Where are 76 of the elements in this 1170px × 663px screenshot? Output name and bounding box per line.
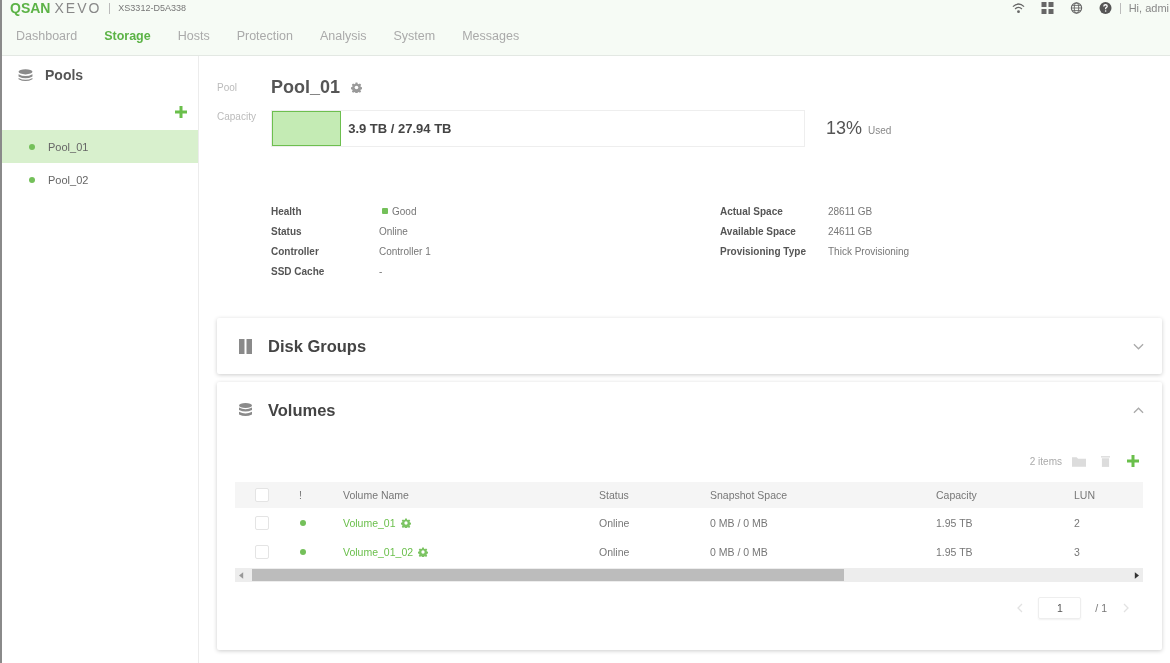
- globe-icon[interactable]: [1069, 2, 1083, 14]
- volume-link[interactable]: Volume_01_02: [343, 545, 414, 558]
- volume-link[interactable]: Volume_01: [343, 516, 396, 529]
- nav-tab[interactable]: Protection: [236, 26, 293, 45]
- used-label: Used: [868, 125, 892, 136]
- pool-item[interactable]: Pool_02: [2, 163, 198, 196]
- detail-label: Controller: [271, 245, 320, 257]
- columns-icon: [239, 338, 252, 354]
- column-header: !: [298, 489, 303, 501]
- chevron-down-icon[interactable]: [1133, 342, 1144, 350]
- panel-title: Volumes: [268, 400, 336, 420]
- pool-title: Pool_01: [271, 76, 341, 98]
- nav-tab[interactable]: Dashboard: [16, 26, 78, 45]
- detail-label: Health: [271, 205, 303, 217]
- column-header: Status: [598, 489, 630, 501]
- row-checkbox[interactable]: [255, 515, 269, 530]
- database-icon: [239, 402, 252, 418]
- table-cell: 0 MB / 0 MB: [710, 516, 768, 529]
- column-header: LUN: [1073, 489, 1096, 501]
- settings-icon[interactable]: [400, 517, 411, 528]
- grid-icon[interactable]: [1040, 2, 1054, 14]
- column-header: Volume Name: [342, 489, 410, 501]
- detail-value: -: [379, 265, 383, 277]
- product-name: XEVO: [54, 0, 102, 16]
- nav-tab[interactable]: Analysis: [319, 26, 367, 45]
- serial-number: XS3312-D5A338: [118, 2, 186, 14]
- detail-label: Status: [271, 225, 303, 237]
- item-count: 2 items: [1029, 455, 1062, 467]
- nav-tab[interactable]: Messages: [462, 26, 520, 45]
- settings-icon[interactable]: [351, 81, 363, 93]
- table-cell: Online: [599, 545, 630, 558]
- used-percent: 13%: [826, 118, 863, 139]
- help-icon[interactable]: [1098, 2, 1112, 14]
- settings-icon[interactable]: [418, 546, 429, 557]
- plus-icon[interactable]: [1127, 455, 1139, 467]
- chevron-up-icon[interactable]: [1133, 406, 1144, 414]
- detail-value: 28611 GB: [828, 205, 873, 217]
- arrow-right-icon[interactable]: [1134, 571, 1139, 579]
- horizontal-scrollbar[interactable]: [235, 568, 1143, 582]
- field-label: Pool: [217, 81, 238, 93]
- page-total: / 1: [1095, 602, 1107, 614]
- detail-value: 24611 GB: [828, 225, 873, 237]
- table-cell: 2: [1074, 516, 1080, 529]
- nav-tab[interactable]: System: [393, 26, 436, 45]
- detail-label: Actual Space: [720, 205, 784, 217]
- detail-value: Online: [379, 225, 408, 237]
- detail-value: Controller 1: [379, 245, 431, 257]
- brand-logo: QSAN: [10, 0, 51, 16]
- panel-title: Disk Groups: [268, 336, 367, 356]
- scrollbar-thumb[interactable]: [252, 569, 844, 581]
- sidebar-title: Pools: [45, 66, 84, 85]
- plus-icon[interactable]: [175, 106, 187, 118]
- table-cell: 1.95 TB: [936, 516, 973, 529]
- database-icon: [18, 69, 33, 82]
- user-greeting[interactable]: Hi, admi: [1128, 1, 1169, 15]
- row-checkbox[interactable]: [255, 544, 269, 559]
- detail-value: Good: [392, 205, 417, 217]
- wifi-icon[interactable]: [1011, 2, 1025, 14]
- capacity-text: 3.9 TB / 27.94 TB: [348, 121, 452, 136]
- table-cell: Online: [599, 516, 630, 529]
- field-label: Capacity: [217, 111, 257, 123]
- nav-tab[interactable]: Hosts: [177, 26, 210, 45]
- select-all-checkbox[interactable]: [255, 488, 269, 502]
- page-input[interactable]: 1: [1038, 597, 1082, 619]
- nav-tab[interactable]: Storage: [104, 26, 151, 45]
- table-cell: 0 MB / 0 MB: [710, 545, 768, 558]
- detail-label: Provisioning Type: [720, 245, 807, 257]
- pool-item[interactable]: Pool_01: [2, 130, 198, 163]
- table-cell: 1.95 TB: [936, 545, 973, 558]
- detail-label: SSD Cache: [271, 265, 326, 277]
- column-header: Snapshot Space: [709, 489, 789, 501]
- detail-label: Available Space: [720, 225, 797, 237]
- table-cell: 3: [1074, 545, 1080, 558]
- arrow-left-icon[interactable]: [239, 571, 244, 579]
- detail-value: Thick Provisioning: [828, 245, 910, 257]
- column-header: Capacity: [935, 489, 978, 501]
